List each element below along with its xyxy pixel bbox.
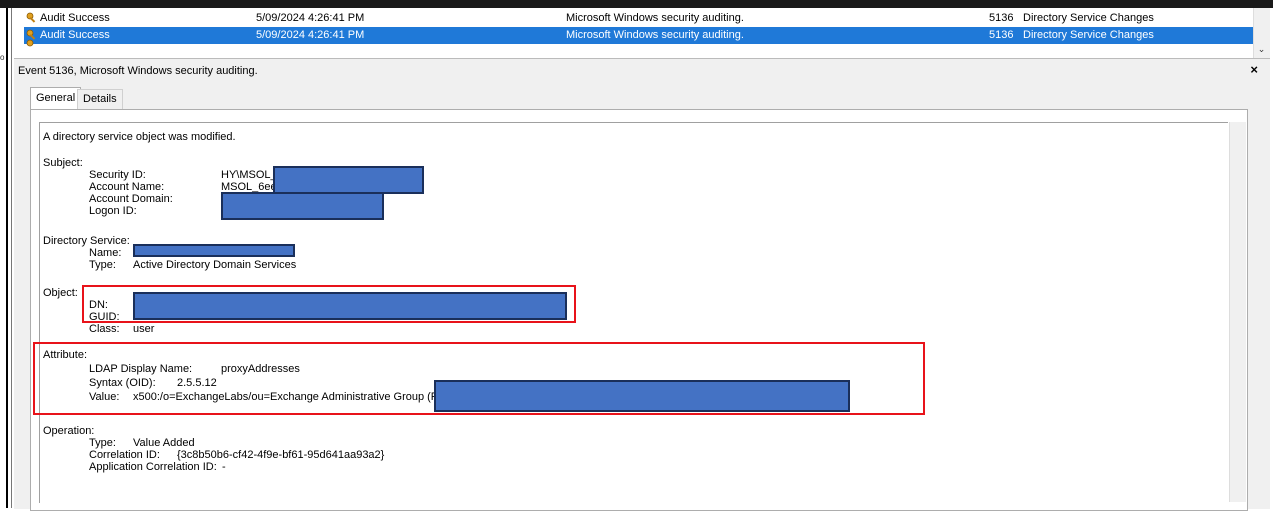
operation-type-label: Type: [89, 437, 116, 449]
task-cell: Directory Service Changes [1023, 29, 1154, 41]
key-icon [26, 12, 36, 23]
syntax-oid-value: 2.5.5.12 [177, 377, 217, 389]
app-correlation-id-label: Application Correlation ID: [89, 461, 217, 473]
ldap-display-name-label: LDAP Display Name: [89, 363, 193, 375]
event-row-selected[interactable]: Audit Success 5/09/2024 4:26:41 PM Micro… [24, 27, 1254, 44]
event-properties-dialog: Event 5136, Microsoft Windows security a… [14, 58, 1270, 511]
subject-heading: Subject: [43, 157, 83, 169]
ds-type-label: Type: [89, 259, 116, 271]
class-label: Class: [89, 323, 120, 335]
description-scrollbar[interactable] [1229, 122, 1246, 502]
tab-general[interactable]: General [30, 87, 82, 109]
dialog-title: Event 5136, Microsoft Windows security a… [18, 65, 258, 77]
close-icon[interactable]: × [1250, 62, 1258, 77]
task-cell: Directory Service Changes [1023, 12, 1154, 24]
security-id-label: Security ID: [89, 169, 146, 181]
guid-label: GUID: [89, 311, 120, 323]
source-cell: Microsoft Windows security auditing. [566, 12, 744, 24]
account-domain-label: Account Domain: [89, 193, 173, 205]
date-cell: 5/09/2024 4:26:41 PM [256, 29, 365, 41]
operation-heading: Operation: [43, 425, 95, 437]
directory-service-heading: Directory Service: [43, 235, 130, 247]
level-cell: Audit Success [40, 12, 110, 24]
redaction-block [133, 244, 295, 257]
event-id-cell: 5136 [989, 12, 1014, 24]
event-description-box[interactable]: A directory service object was modified.… [33, 122, 1228, 503]
general-panel: A directory service object was modified.… [30, 109, 1248, 511]
redaction-block [273, 166, 424, 194]
attribute-value-label: Value: [89, 391, 120, 403]
syntax-oid-label: Syntax (OID): [89, 377, 156, 389]
object-heading: Object: [43, 287, 78, 299]
event-list: Audit Success 5/09/2024 4:26:41 PM Micro… [14, 8, 1270, 58]
tab-details[interactable]: Details [77, 89, 123, 109]
app-correlation-id-value: - [222, 461, 226, 473]
correlation-id-value: {3c8b50b6-cf42-4f9e-bf61-95d641aa93a2} [177, 449, 385, 461]
class-value: user [133, 323, 155, 335]
attribute-heading: Attribute: [43, 349, 88, 361]
frame-line [11, 8, 12, 508]
key-icon [26, 39, 34, 47]
window-top-bar [0, 0, 1273, 8]
level-cell: Audit Success [40, 29, 110, 41]
date-cell: 5/09/2024 4:26:41 PM [256, 12, 365, 24]
operation-type-value: Value Added [133, 437, 195, 449]
frame-line [6, 8, 8, 508]
chevron-down-icon[interactable]: ⌄ [1255, 42, 1268, 56]
event-id-cell: 5136 [989, 29, 1014, 41]
redaction-block [221, 192, 384, 220]
account-name-label: Account Name: [89, 181, 165, 193]
ds-name-label: Name: [89, 247, 122, 259]
left-frame: o [0, 8, 14, 508]
dn-label: DN: [89, 299, 108, 311]
frame-handle-icon: o [0, 53, 5, 62]
ds-type-value: Active Directory Domain Services [133, 259, 297, 271]
event-row[interactable]: Audit Success 5/09/2024 4:26:41 PM Micro… [24, 10, 1254, 27]
logon-id-label: Logon ID: [89, 205, 137, 217]
redaction-block [434, 380, 850, 412]
redaction-block [133, 292, 567, 320]
ldap-display-name-value: proxyAddresses [221, 363, 300, 375]
summary-text: A directory service object was modified. [43, 131, 236, 143]
security-id-value: HY\MSOL_ [221, 169, 277, 181]
attribute-value-value: x500:/o=ExchangeLabs/ou=Exchange Adminis… [133, 391, 438, 403]
event-row-partial[interactable] [24, 39, 1254, 58]
correlation-id-label: Correlation ID: [89, 449, 160, 461]
source-cell: Microsoft Windows security auditing. [566, 29, 744, 41]
